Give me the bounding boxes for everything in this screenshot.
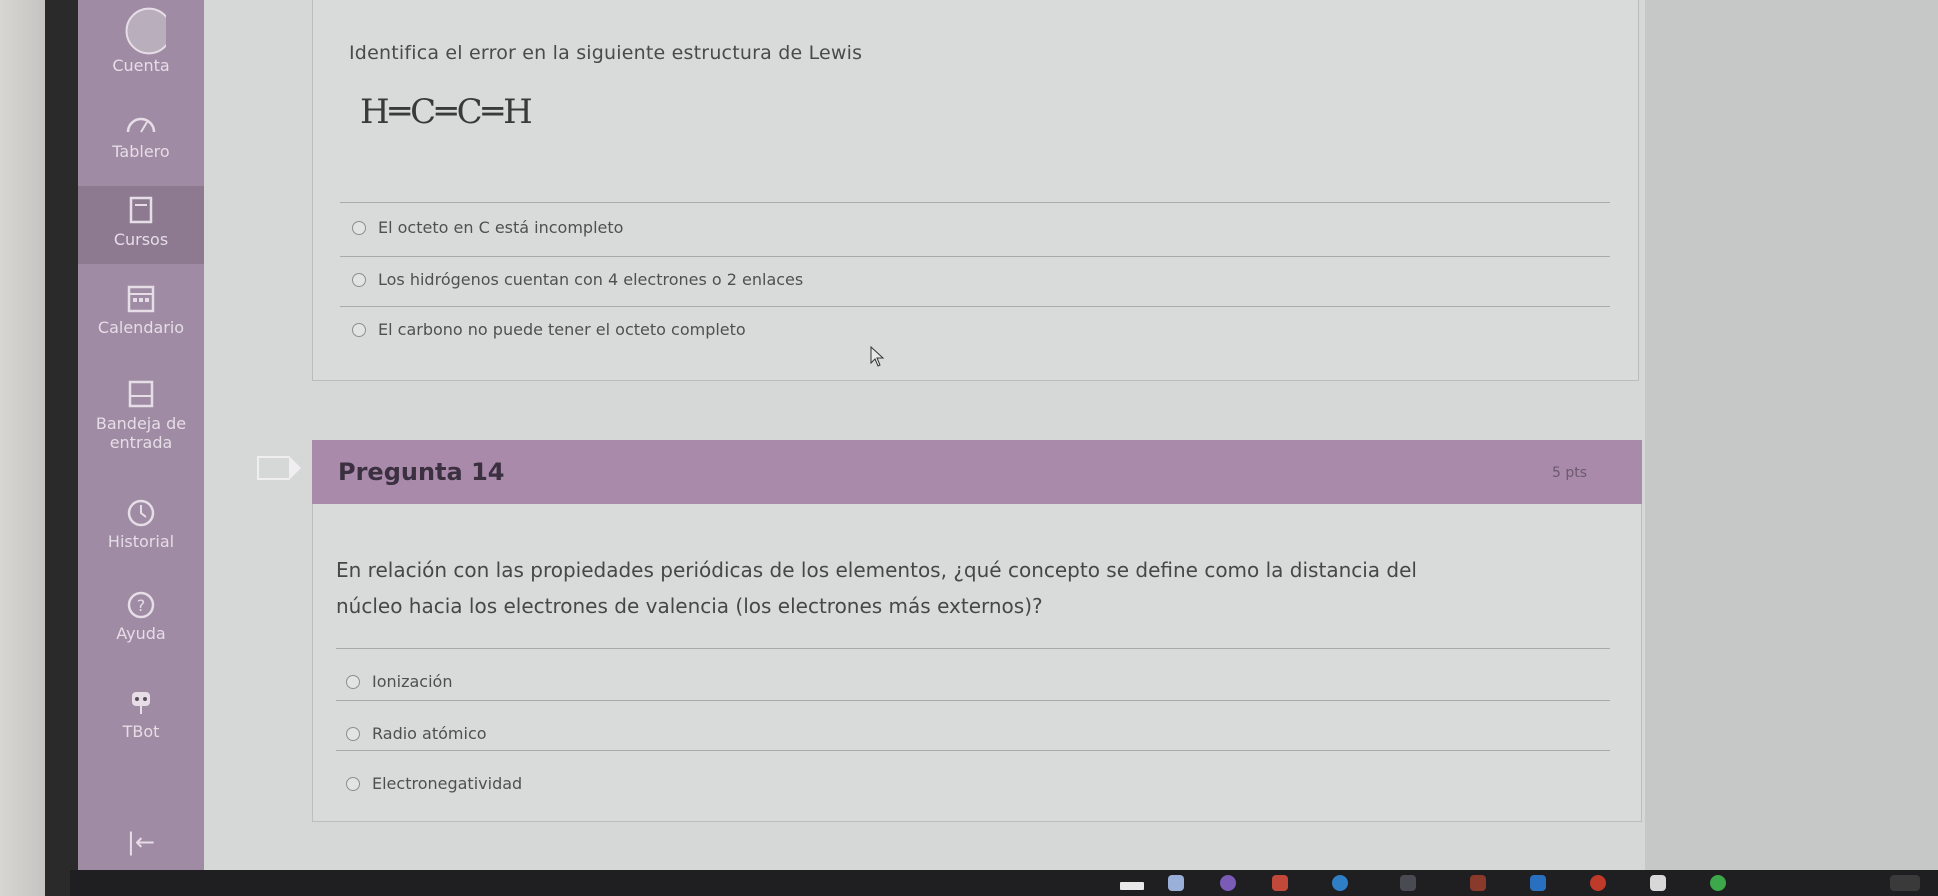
radio-button[interactable]	[346, 674, 360, 689]
q14-option-1[interactable]: Radio atómico	[346, 724, 487, 743]
taskbar-app-icon[interactable]	[1650, 875, 1666, 891]
prev-option-2-label: El carbono no puede tener el octeto comp…	[378, 320, 746, 339]
history-icon	[127, 499, 155, 527]
divider	[336, 750, 1610, 751]
question-14-prompt-line1: En relación con las propiedades periódic…	[336, 558, 1417, 582]
nav-help-label: Ayuda	[116, 624, 166, 643]
radio-button[interactable]	[352, 272, 366, 287]
lewis-structure: H═C═C═H	[360, 92, 533, 132]
robot-icon	[132, 692, 150, 714]
prev-question-prompt: Identifica el error en la siguiente estr…	[349, 42, 863, 64]
q14-option-2-label: Electronegatividad	[372, 774, 523, 793]
question-14-prompt-line2: núcleo hacia los electrones de valencia …	[336, 594, 1043, 618]
nav-calendar-label: Calendario	[97, 318, 185, 337]
q14-option-0[interactable]: Ionización	[346, 672, 452, 691]
taskbar-app-icon[interactable]	[1272, 875, 1288, 891]
divider	[336, 700, 1610, 701]
prev-option-1-label: Los hidrógenos cuentan con 4 electrones …	[378, 270, 804, 289]
nav-help[interactable]: ? Ayuda	[78, 586, 204, 643]
nav-tbot[interactable]: TBot	[78, 684, 204, 741]
nav-inbox-label: Bandeja de entrada	[95, 414, 187, 452]
account-icon	[125, 7, 166, 55]
question-14-title: Pregunta 14	[338, 458, 505, 486]
nav-courses[interactable]: Cursos	[78, 186, 204, 264]
nav-tbot-label: TBot	[122, 722, 160, 741]
taskbar-app-icon[interactable]	[1120, 882, 1144, 890]
prev-option-1[interactable]: Los hidrógenos cuentan con 4 electrones …	[352, 270, 803, 289]
prev-option-0[interactable]: El octeto en C está incompleto	[352, 218, 623, 237]
taskbar	[70, 872, 1938, 896]
taskbar-tray[interactable]	[1890, 875, 1920, 891]
taskbar-app-icon[interactable]	[1530, 875, 1546, 891]
radio-button[interactable]	[352, 220, 366, 235]
taskbar-app-icon[interactable]	[1470, 875, 1486, 891]
global-nav-sidebar: Cuenta Tablero Cursos Calendario Bandeja…	[78, 0, 204, 870]
nav-account[interactable]: Cuenta	[78, 6, 204, 75]
divider	[340, 202, 1610, 203]
q14-option-1-label: Radio atómico	[372, 724, 487, 743]
nav-dashboard[interactable]: Tablero	[78, 104, 204, 161]
divider	[336, 648, 1610, 649]
right-gutter	[1645, 0, 1938, 870]
mouse-cursor-icon	[870, 346, 885, 367]
taskbar-app-icon[interactable]	[1168, 875, 1184, 891]
nav-history[interactable]: Historial	[78, 494, 204, 551]
taskbar-app-icon[interactable]	[1220, 875, 1236, 891]
taskbar-app-icon[interactable]	[1332, 875, 1348, 891]
divider	[340, 256, 1610, 257]
calendar-icon	[127, 285, 155, 313]
divider	[340, 306, 1610, 307]
radio-button[interactable]	[346, 726, 360, 741]
inbox-icon	[128, 380, 154, 408]
question-14-points: 5 pts	[1552, 465, 1588, 481]
nav-calendar[interactable]: Calendario	[78, 280, 204, 337]
prev-option-0-label: El octeto en C está incompleto	[378, 218, 624, 237]
question-14-header	[312, 440, 1642, 504]
taskbar-app-icon[interactable]	[1710, 875, 1726, 891]
help-icon: ?	[127, 591, 155, 619]
nav-history-label: Historial	[107, 532, 175, 551]
dashboard-icon	[126, 117, 156, 133]
question-14-prompt: En relación con las propiedades periódic…	[336, 552, 1616, 624]
q14-option-2[interactable]: Electronegatividad	[346, 774, 522, 793]
courses-icon	[129, 196, 153, 224]
nav-inbox[interactable]: Bandeja de entrada	[78, 376, 204, 452]
collapse-arrow-icon: |←	[126, 828, 156, 856]
flag-question-icon[interactable]	[257, 456, 301, 480]
q14-option-0-label: Ionización	[372, 672, 453, 691]
nav-dashboard-label: Tablero	[112, 142, 170, 161]
taskbar-app-icon[interactable]	[1590, 875, 1606, 891]
collapse-nav-button[interactable]: |←	[78, 828, 204, 856]
taskbar-app-icon[interactable]	[1400, 875, 1416, 891]
nav-courses-label: Cursos	[113, 230, 169, 249]
radio-button[interactable]	[352, 322, 366, 337]
svg-text:?: ?	[137, 596, 146, 615]
radio-button[interactable]	[346, 776, 360, 791]
prev-option-2[interactable]: El carbono no puede tener el octeto comp…	[352, 320, 746, 339]
nav-account-label: Cuenta	[112, 56, 170, 75]
